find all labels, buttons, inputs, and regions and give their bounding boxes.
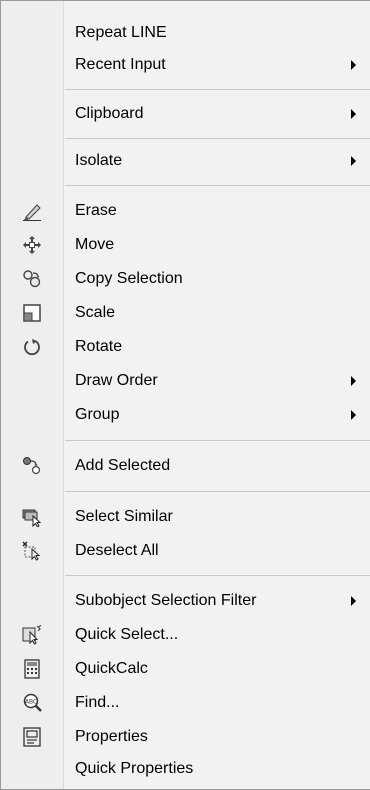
menu-item-deselect-all[interactable]: Deselect All xyxy=(1,534,370,568)
submenu-arrow-icon xyxy=(351,109,356,119)
menu-item-erase[interactable]: Erase xyxy=(1,194,370,228)
submenu-arrow-icon xyxy=(351,376,356,386)
menu-item-quick-select[interactable]: Quick Select... xyxy=(1,618,370,652)
menu-separator xyxy=(65,491,370,492)
menu-item-label: Move xyxy=(75,236,115,253)
menu-item-label: Clipboard xyxy=(75,105,144,122)
menu-separator xyxy=(65,185,370,186)
menu-item-label: Quick Properties xyxy=(75,760,194,777)
add-selected-icon xyxy=(22,457,42,475)
menu-item-recent-input[interactable]: Recent Input xyxy=(1,48,370,82)
menu-item-label: Draw Order xyxy=(75,372,158,389)
menu-item-label: Find... xyxy=(75,694,120,711)
menu-item-copy-selection[interactable]: Copy Selection xyxy=(1,262,370,296)
submenu-arrow-icon xyxy=(351,60,356,70)
quick-select-icon xyxy=(22,625,42,645)
deselect-all-icon xyxy=(22,541,42,561)
menu-item-label: Copy Selection xyxy=(75,270,183,287)
menu-item-properties[interactable]: Properties xyxy=(1,720,370,754)
calculator-icon xyxy=(22,659,42,679)
menu-item-select-similar[interactable]: Select Similar xyxy=(1,500,370,534)
menu-separator xyxy=(65,138,370,139)
menu-item-label: Erase xyxy=(75,202,117,219)
menu-item-move[interactable]: Move xyxy=(1,228,370,262)
menu-item-isolate[interactable]: Isolate xyxy=(1,144,370,178)
menu-item-label: Subobject Selection Filter xyxy=(75,592,257,609)
menu-item-label: Deselect All xyxy=(75,542,159,559)
menu-item-label: Isolate xyxy=(75,152,123,169)
eraser-icon xyxy=(22,202,42,221)
menu-item-label: Select Similar xyxy=(75,508,173,525)
find-icon: ABC xyxy=(22,693,42,712)
select-similar-icon xyxy=(22,508,42,527)
menu-item-label: Rotate xyxy=(75,338,123,355)
submenu-arrow-icon xyxy=(351,156,356,166)
properties-icon xyxy=(22,727,42,747)
scale-icon xyxy=(22,304,42,322)
menu-item-clipboard[interactable]: Clipboard xyxy=(1,97,370,131)
submenu-arrow-icon xyxy=(351,410,356,420)
menu-item-label: Repeat LINE xyxy=(75,24,167,41)
menu-item-draw-order[interactable]: Draw Order xyxy=(1,364,370,398)
menu-item-label: Quick Select... xyxy=(75,626,179,643)
menu-item-label: Recent Input xyxy=(75,56,166,73)
copy-icon xyxy=(22,270,42,288)
menu-item-quickcalc[interactable]: QuickCalc xyxy=(1,652,370,686)
menu-item-subobject-selection-filter[interactable]: Subobject Selection Filter xyxy=(1,584,370,618)
menu-item-label: Add Selected xyxy=(75,457,171,474)
menu-item-add-selected[interactable]: Add Selected xyxy=(1,449,370,483)
context-menu: Repeat LINE Recent Input Clipboard Isola… xyxy=(0,0,370,790)
menu-item-rotate[interactable]: Rotate xyxy=(1,330,370,364)
menu-item-label: QuickCalc xyxy=(75,660,148,677)
move-icon xyxy=(22,236,42,254)
svg-text:ABC: ABC xyxy=(25,699,37,706)
menu-item-quick-properties[interactable]: Quick Properties xyxy=(1,752,370,786)
menu-item-group[interactable]: Group xyxy=(1,398,370,432)
menu-item-repeat-line[interactable]: Repeat LINE xyxy=(1,16,370,50)
menu-separator xyxy=(65,89,370,90)
menu-item-label: Group xyxy=(75,406,120,423)
menu-separator xyxy=(65,440,370,441)
menu-item-label: Properties xyxy=(75,728,148,745)
menu-item-label: Scale xyxy=(75,304,116,321)
menu-separator xyxy=(65,575,370,576)
menu-item-scale[interactable]: Scale xyxy=(1,296,370,330)
submenu-arrow-icon xyxy=(351,596,356,606)
rotate-icon xyxy=(22,338,42,356)
menu-item-find[interactable]: ABC Find... xyxy=(1,686,370,720)
